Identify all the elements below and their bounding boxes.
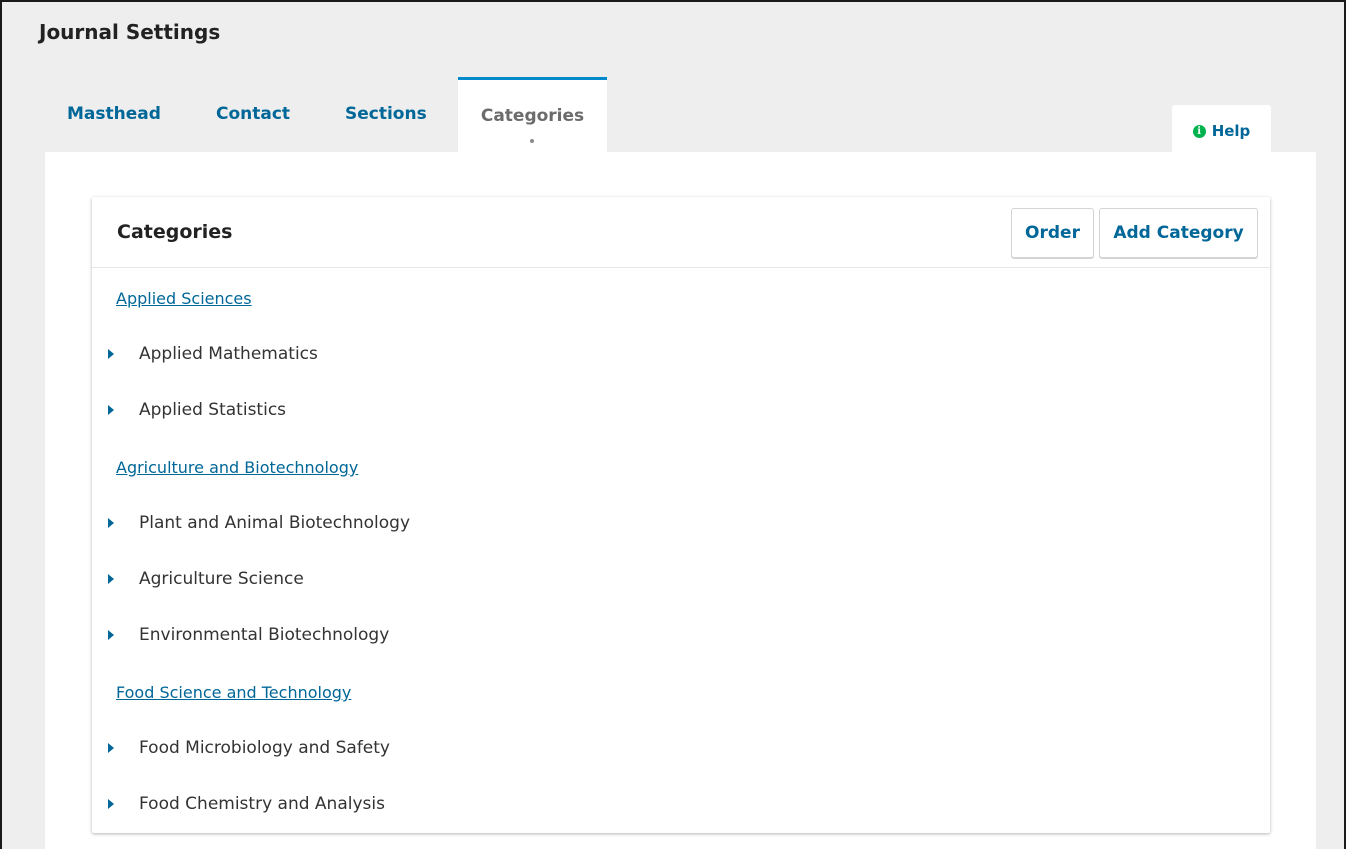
- subcategory-row[interactable]: Food Chemistry and Analysis: [108, 794, 385, 814]
- tab-contact[interactable]: Contact: [216, 104, 290, 124]
- help-label: Help: [1211, 122, 1251, 140]
- info-icon: i: [1192, 124, 1206, 138]
- subcategory-label: Plant and Animal Biotechnology: [139, 513, 411, 533]
- expand-arrow-icon: [108, 799, 114, 809]
- subcategory-label: Applied Mathematics: [139, 344, 318, 364]
- tab-sections[interactable]: Sections: [345, 104, 427, 124]
- tab-categories-label: Categories: [480, 106, 585, 126]
- subcategory-row[interactable]: Applied Statistics: [108, 400, 286, 420]
- subcategory-row[interactable]: Environmental Biotechnology: [108, 625, 389, 645]
- order-button[interactable]: Order: [1011, 208, 1094, 258]
- expand-arrow-icon: [108, 349, 114, 359]
- panel-header: Categories Order Add Category: [92, 197, 1270, 268]
- expand-arrow-icon: [108, 405, 114, 415]
- tab-categories[interactable]: Categories: [458, 77, 607, 157]
- subcategory-label: Food Chemistry and Analysis: [139, 794, 385, 814]
- subcategory-label: Applied Statistics: [139, 400, 287, 420]
- expand-arrow-icon: [108, 518, 114, 528]
- category-link[interactable]: Food Science and Technology: [116, 683, 351, 702]
- category-link[interactable]: Applied Sciences: [116, 289, 252, 308]
- subcategory-label: Food Microbiology and Safety: [139, 738, 390, 758]
- subcategory-row[interactable]: Agriculture Science: [108, 569, 304, 589]
- page-title: Journal Settings: [39, 20, 221, 44]
- help-button[interactable]: i Help: [1172, 105, 1271, 157]
- subcategory-row[interactable]: Applied Mathematics: [108, 344, 318, 364]
- subcategory-row[interactable]: Food Microbiology and Safety: [108, 738, 390, 758]
- add-category-button[interactable]: Add Category: [1099, 208, 1258, 258]
- expand-arrow-icon: [108, 574, 114, 584]
- panel-title: Categories: [117, 221, 233, 243]
- active-tab-indicator: [530, 139, 534, 143]
- tab-masthead[interactable]: Masthead: [67, 104, 161, 124]
- expand-arrow-icon: [108, 743, 114, 753]
- category-link[interactable]: Agriculture and Biotechnology: [116, 458, 358, 477]
- subcategory-row[interactable]: Plant and Animal Biotechnology: [108, 513, 410, 533]
- subcategory-label: Agriculture Science: [139, 569, 304, 589]
- expand-arrow-icon: [108, 630, 114, 640]
- subcategory-label: Environmental Biotechnology: [139, 625, 390, 645]
